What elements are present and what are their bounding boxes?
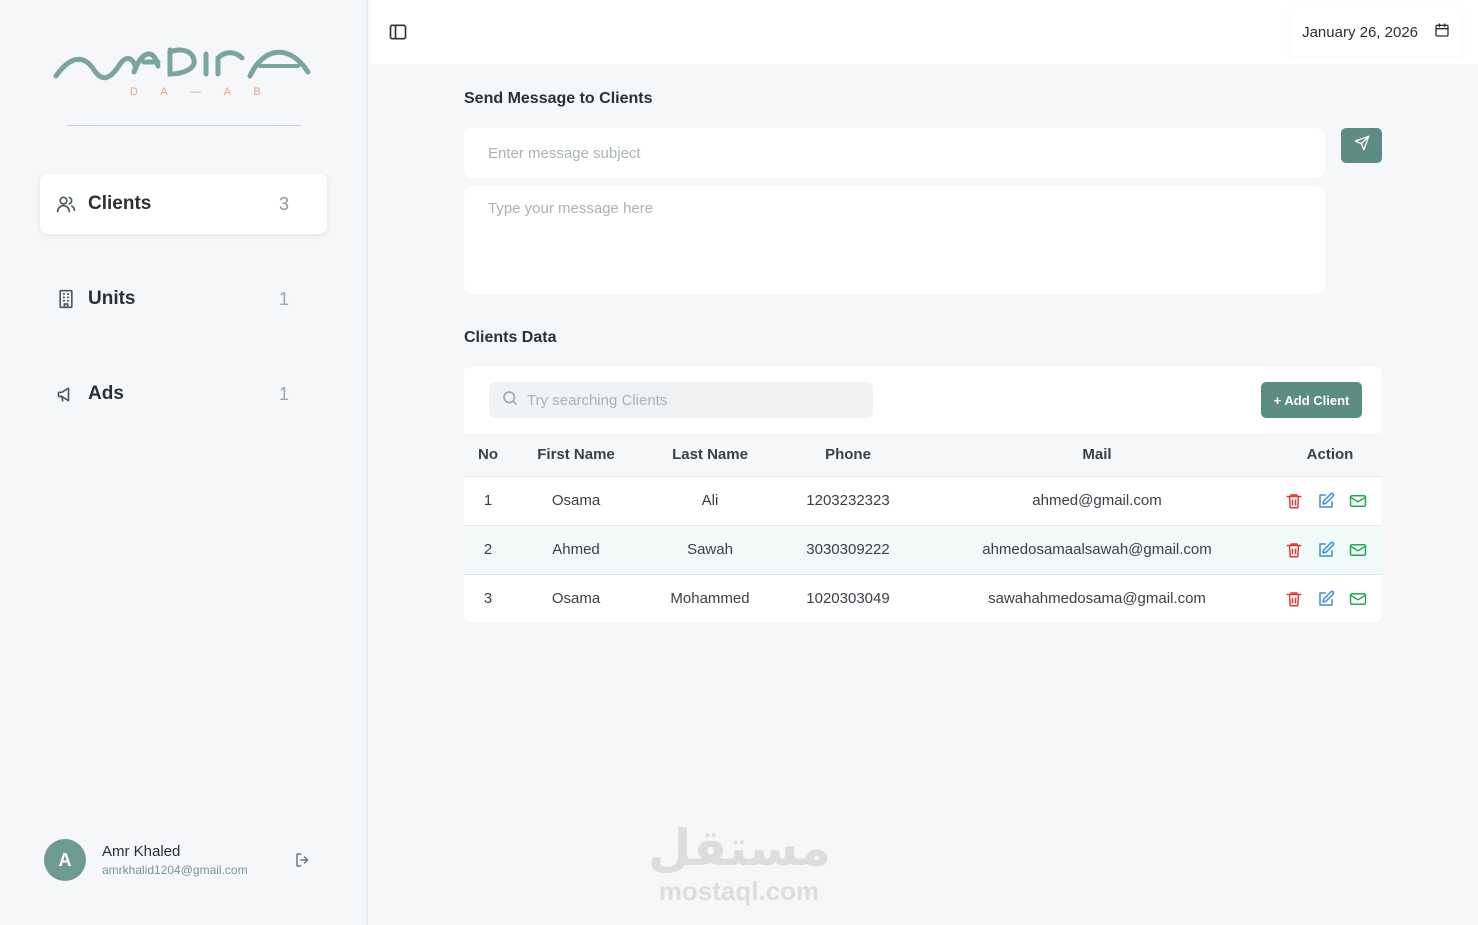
cell-no: 1 xyxy=(464,476,512,526)
watermark: مستقل mostaql.com xyxy=(648,819,831,910)
column-header: No xyxy=(464,433,512,477)
search-input[interactable] xyxy=(527,391,857,409)
message-subject-input[interactable] xyxy=(464,128,1325,178)
logo-divider xyxy=(67,125,301,126)
sidebar-item-count: 3 xyxy=(278,193,289,214)
sidebar-toggle-icon[interactable] xyxy=(388,22,408,42)
cell-no: 3 xyxy=(483,590,493,608)
sidebar-item-label: Ads xyxy=(88,383,124,404)
cell-mail: sawahahmedosama@gmail.com xyxy=(988,590,1206,608)
cell-phone: 1203232323 xyxy=(780,476,916,526)
clients-table-card: + Add Client No First Name Last Name Pho… xyxy=(464,367,1382,622)
user-name: Amr Khaled xyxy=(102,843,181,860)
cell-last-name: Sawah xyxy=(640,525,780,575)
sidebar: D A — A B Clients 3 Units 1 Ads 1 A Amr … xyxy=(0,0,368,925)
sidebar-item-label: Units xyxy=(88,288,136,309)
table-row: 3 Osama Mohammed 1020303049 sawahahmedos… xyxy=(464,574,1382,622)
cell-last-name: Mohammed xyxy=(670,590,750,608)
building-icon xyxy=(56,289,76,309)
sidebar-item-count: 1 xyxy=(278,288,289,309)
table-row: 1 Osama Ali 1203232323 ahmed@gmail.com xyxy=(464,476,1382,526)
user-profile: A Amr Khaled amrkhalid1204@gmail.com xyxy=(44,838,324,882)
search-icon xyxy=(501,389,519,412)
column-header: First Name xyxy=(512,433,640,477)
column-header: Phone xyxy=(780,433,916,477)
brand-logo: D A — A B xyxy=(50,36,318,108)
search-box xyxy=(489,382,873,418)
date-picker[interactable]: January 26, 2026 xyxy=(1290,8,1462,56)
mail-icon[interactable] xyxy=(1349,541,1367,559)
cell-first-name: Osama xyxy=(551,590,601,608)
delete-icon[interactable] xyxy=(1285,541,1303,559)
current-date: January 26, 2026 xyxy=(1302,23,1418,41)
watermark-latin: mostaql.com xyxy=(658,876,820,906)
cell-phone: 1020303049 xyxy=(806,590,890,608)
user-info: Amr Khaled amrkhalid1204@gmail.com xyxy=(102,843,292,877)
cell-mail: ahmedosamaalsawah@gmail.com xyxy=(916,525,1278,575)
add-client-button[interactable]: + Add Client xyxy=(1261,382,1362,418)
delete-icon[interactable] xyxy=(1285,590,1303,608)
users-icon xyxy=(56,194,76,214)
sidebar-item-clients[interactable]: Clients 3 xyxy=(40,174,327,234)
edit-icon[interactable] xyxy=(1317,590,1335,608)
mail-icon[interactable] xyxy=(1349,492,1367,510)
calendar-icon xyxy=(1434,22,1450,43)
sidebar-item-label: Clients xyxy=(88,193,152,214)
sidebar-item-ads[interactable]: Ads 1 xyxy=(40,364,327,424)
logout-icon[interactable] xyxy=(292,849,314,871)
cell-no: 2 xyxy=(464,525,512,575)
user-email: amrkhalid1204@gmail.com xyxy=(102,863,248,877)
message-section-title: Send Message to Clients xyxy=(464,90,653,107)
avatar[interactable]: A xyxy=(44,839,86,881)
delete-icon[interactable] xyxy=(1285,492,1303,510)
sidebar-item-count: 1 xyxy=(278,383,289,404)
cell-mail: ahmed@gmail.com xyxy=(916,476,1278,526)
topbar: January 26, 2026 xyxy=(370,0,1478,64)
watermark-arabic: مستقل xyxy=(648,819,831,877)
cell-first-name: Ahmed xyxy=(512,525,640,575)
edit-icon[interactable] xyxy=(1317,541,1335,559)
send-message-button[interactable] xyxy=(1341,128,1382,163)
table-header-row: No First Name Last Name Phone Mail Actio… xyxy=(464,433,1382,477)
brand-subtitle: D A — A B xyxy=(130,86,271,98)
table-row: 2 Ahmed Sawah 3030309222 ahmedosamaalsaw… xyxy=(464,525,1382,575)
message-body-input[interactable] xyxy=(464,186,1325,294)
cell-actions xyxy=(1278,574,1382,622)
cell-first-name: Osama xyxy=(512,476,640,526)
sidebar-item-units[interactable]: Units 1 xyxy=(40,269,327,329)
column-header: Action xyxy=(1278,433,1382,477)
cell-actions xyxy=(1278,476,1382,526)
column-header: Last Name xyxy=(640,433,780,477)
cell-actions xyxy=(1278,525,1382,575)
mail-icon[interactable] xyxy=(1349,590,1367,608)
clients-section-title: Clients Data xyxy=(464,329,557,346)
megaphone-icon xyxy=(56,384,76,404)
send-icon xyxy=(1354,135,1370,156)
column-header: Mail xyxy=(916,433,1278,477)
edit-icon[interactable] xyxy=(1317,492,1335,510)
cell-last-name: Ali xyxy=(640,476,780,526)
cell-phone: 3030309222 xyxy=(780,525,916,575)
clients-table: No First Name Last Name Phone Mail Actio… xyxy=(464,433,1382,622)
